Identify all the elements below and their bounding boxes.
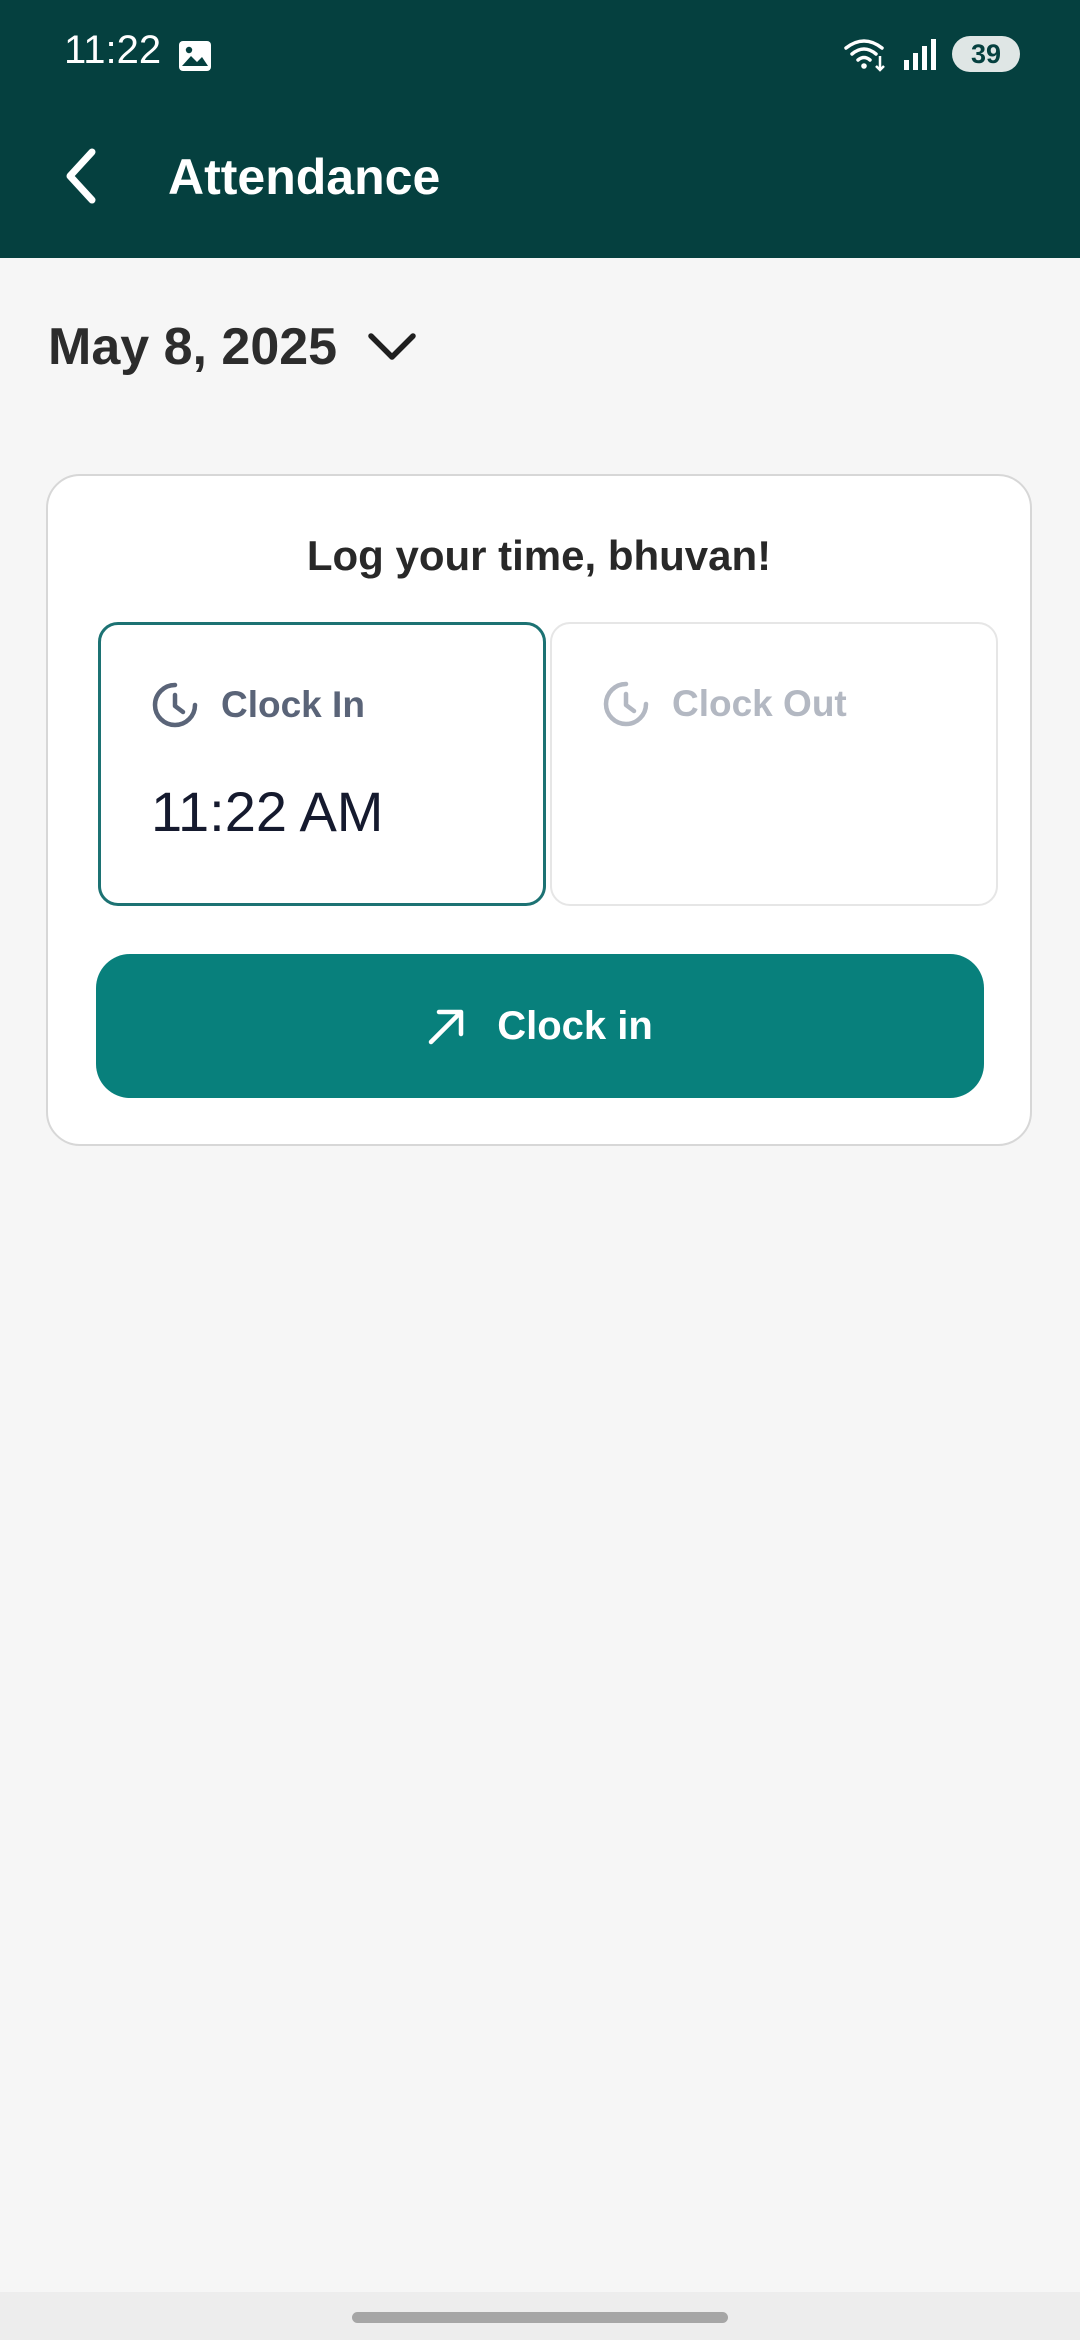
- back-button[interactable]: [56, 140, 108, 212]
- clock-icon: [603, 681, 649, 727]
- clock-out-label: Clock Out: [672, 683, 847, 724]
- gallery-icon: [179, 41, 211, 71]
- chevron-down-icon: [368, 333, 416, 360]
- battery-indicator: 39: [952, 36, 1020, 72]
- clock-in-box: Clock In 11:22 AM: [98, 622, 546, 906]
- clock-in-label: Clock In: [221, 684, 365, 725]
- clock-in-time: 11:22 AM: [151, 780, 384, 843]
- home-indicator[interactable]: [352, 2312, 728, 2323]
- wifi-icon: [844, 39, 885, 72]
- clock-in-button[interactable]: Clock in: [96, 954, 984, 1098]
- clock-icon: [152, 682, 198, 728]
- clock-out-box: Clock Out: [550, 622, 998, 906]
- date-dropdown[interactable]: May 8, 2025: [48, 312, 417, 382]
- clock-out-header: Clock Out: [602, 680, 847, 728]
- status-icons: 39: [844, 34, 1020, 74]
- app-bar: 11:22 39 Attendance: [0, 0, 1080, 258]
- arrow-up-right-icon: [428, 1009, 464, 1045]
- signal-icon: [904, 39, 936, 70]
- page-title: Attendance: [168, 149, 441, 205]
- status-time: 11:22: [64, 28, 162, 72]
- selected-date: May 8, 2025: [48, 318, 338, 376]
- greeting-text: Log your time, bhuvan!: [306, 532, 772, 579]
- clock-in-button-label: Clock in: [497, 1003, 653, 1048]
- clock-in-header: Clock In: [151, 681, 365, 729]
- attendance-card: Log your time, bhuvan! Clock In 11:22 AM…: [46, 474, 1032, 1146]
- chevron-left-icon: [66, 148, 96, 204]
